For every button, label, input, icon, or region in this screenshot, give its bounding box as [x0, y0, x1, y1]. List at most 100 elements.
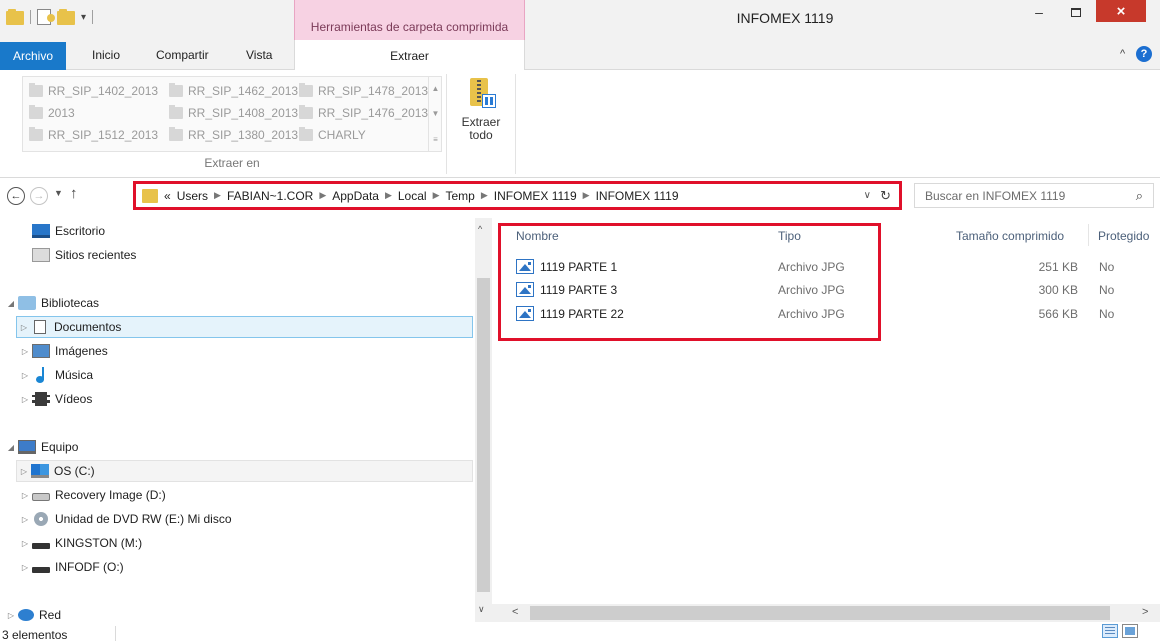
gallery-more-icon[interactable]: ≡: [433, 135, 438, 144]
scroll-left-icon[interactable]: <: [512, 606, 518, 618]
nav-item-equipo[interactable]: ◢ Equipo: [4, 436, 461, 458]
scroll-down-icon[interactable]: ∨: [478, 604, 485, 615]
scroll-up-icon[interactable]: ^: [478, 224, 482, 234]
scrollbar-thumb[interactable]: [477, 278, 490, 592]
folder-icon: [299, 127, 313, 141]
up-button[interactable]: ↑: [70, 185, 78, 202]
gallery-scroller[interactable]: ▲ ▼ ≡: [428, 76, 442, 152]
search-input[interactable]: Buscar en INFOMEX 1119 ⌕: [914, 183, 1154, 208]
nav-item-drive-e[interactable]: ▷ Unidad de DVD RW (E:) Mi disco: [18, 508, 475, 530]
destination-item[interactable]: RR_SIP_1462_2013: [169, 81, 298, 101]
breadcrumb-local[interactable]: Local: [398, 189, 427, 203]
breadcrumb-user[interactable]: FABIAN~1.COR: [227, 189, 313, 203]
nav-item-drive-m[interactable]: ▷ KINGSTON (M:): [18, 532, 475, 554]
collapsed-caret-icon[interactable]: ▷: [18, 515, 32, 524]
destination-item[interactable]: CHARLY: [299, 125, 366, 145]
collapsed-caret-icon[interactable]: ▷: [17, 467, 31, 476]
chevron-right-icon[interactable]: ▶: [481, 190, 488, 201]
nav-item-documentos[interactable]: ▷ Documentos: [16, 316, 473, 338]
gallery-down-icon[interactable]: ▼: [432, 109, 440, 118]
collapsed-caret-icon[interactable]: ▷: [18, 347, 32, 356]
destination-item[interactable]: RR_SIP_1402_2013: [29, 81, 158, 101]
column-header-tamano[interactable]: Tamaño comprimido: [956, 229, 1064, 243]
nav-item-red[interactable]: ▷ Red: [4, 604, 461, 622]
tab-inicio[interactable]: Inicio: [92, 48, 120, 62]
tab-extraer[interactable]: Extraer: [294, 40, 525, 71]
tab-vista[interactable]: Vista: [246, 48, 272, 62]
nav-item-imagenes[interactable]: ▷ Imágenes: [18, 340, 475, 362]
expanded-caret-icon[interactable]: ◢: [4, 443, 18, 452]
nav-item-sitios-recientes[interactable]: Sitios recientes: [18, 244, 475, 266]
help-icon[interactable]: ?: [1136, 46, 1152, 62]
chevron-right-icon[interactable]: ▶: [319, 190, 326, 201]
collapsed-caret-icon[interactable]: ▷: [18, 371, 32, 380]
nav-item-drive-d[interactable]: ▷ Recovery Image (D:): [18, 484, 475, 506]
nav-item-drive-c[interactable]: ▷ OS (C:): [16, 460, 473, 482]
back-button[interactable]: ←: [7, 187, 25, 205]
chevron-right-icon[interactable]: ▶: [583, 190, 590, 201]
usb-drive-icon: [32, 543, 50, 549]
breadcrumb-users[interactable]: Users: [177, 189, 208, 203]
destination-label: RR_SIP_1476_2013: [318, 106, 429, 120]
destination-item[interactable]: 2013: [29, 103, 75, 123]
breadcrumb-infomex-current[interactable]: INFOMEX 1119: [596, 189, 679, 203]
new-folder-icon[interactable]: [57, 9, 75, 25]
destination-item[interactable]: RR_SIP_1380_2013: [169, 125, 298, 145]
folder-icon: [29, 83, 43, 97]
minimize-button[interactable]: –: [1022, 2, 1056, 22]
nav-item-drive-o[interactable]: ▷ INFODF (O:): [18, 556, 475, 578]
breadcrumb-appdata[interactable]: AppData: [332, 189, 379, 203]
scrollbar-thumb[interactable]: [530, 606, 1110, 620]
collapsed-caret-icon[interactable]: ▷: [18, 395, 32, 404]
expanded-caret-icon[interactable]: ◢: [4, 299, 18, 308]
column-header-protegido[interactable]: Protegido: [1098, 229, 1149, 243]
breadcrumb-infomex[interactable]: INFOMEX 1119: [494, 189, 577, 203]
destination-label: 2013: [48, 106, 75, 120]
nav-item-label: Bibliotecas: [41, 296, 100, 310]
chevron-down-icon[interactable]: ∨: [864, 190, 871, 201]
collapsed-caret-icon[interactable]: ▷: [4, 611, 18, 620]
nav-item-musica[interactable]: ▷ Música: [18, 364, 475, 386]
title-bar: [0, 0, 1160, 40]
nav-item-videos[interactable]: ▷ Vídeos: [18, 388, 475, 410]
collapsed-caret-icon[interactable]: ▷: [18, 491, 32, 500]
collapsed-caret-icon[interactable]: ▷: [18, 539, 32, 548]
tab-archivo[interactable]: Archivo: [0, 42, 66, 70]
refresh-icon[interactable]: ↻: [880, 188, 891, 204]
properties-icon[interactable]: [37, 9, 55, 25]
destination-item[interactable]: RR_SIP_1476_2013: [299, 103, 428, 123]
search-icon[interactable]: ⌕: [1136, 188, 1143, 204]
close-button[interactable]: ×: [1096, 0, 1146, 22]
tab-compartir[interactable]: Compartir: [156, 48, 209, 62]
collapsed-caret-icon[interactable]: ▷: [17, 323, 31, 332]
maximize-button[interactable]: [1059, 2, 1093, 22]
scroll-right-icon[interactable]: >: [1142, 606, 1148, 618]
address-bar[interactable]: « Users ▶ FABIAN~1.COR ▶ AppData ▶ Local…: [133, 181, 902, 210]
chevron-right-icon[interactable]: ▶: [433, 190, 440, 201]
file-protected: No: [1099, 260, 1115, 274]
destination-item[interactable]: RR_SIP_1512_2013: [29, 125, 158, 145]
forward-button[interactable]: →: [30, 187, 48, 205]
destination-item[interactable]: RR_SIP_1408_2013: [169, 103, 298, 123]
large-icons-view-icon[interactable]: [1122, 624, 1138, 638]
breadcrumb-temp[interactable]: Temp: [445, 189, 474, 203]
customize-toolbar-icon[interactable]: ▾: [81, 12, 86, 23]
details-view-icon[interactable]: [1102, 624, 1118, 638]
destination-item[interactable]: RR_SIP_1478_2013: [299, 81, 428, 101]
collapsed-caret-icon[interactable]: ▷: [18, 563, 32, 572]
ribbon-tabs: Archivo Inicio Compartir Vista Extraer ^…: [0, 40, 1160, 71]
nav-item-bibliotecas[interactable]: ◢ Bibliotecas: [4, 292, 461, 314]
breadcrumb-overflow[interactable]: «: [164, 189, 171, 203]
recent-locations-button[interactable]: ▼: [54, 188, 63, 198]
nav-item-escritorio[interactable]: Escritorio: [18, 220, 475, 242]
gallery-up-icon[interactable]: ▲: [432, 84, 440, 93]
chevron-right-icon[interactable]: ▶: [214, 190, 221, 201]
column-divider[interactable]: [1088, 224, 1089, 246]
folder-icon: [6, 9, 24, 25]
chevron-right-icon[interactable]: ▶: [385, 190, 392, 201]
ribbon-collapse-icon[interactable]: ^: [1120, 48, 1125, 60]
nav-item-label: Documentos: [54, 320, 122, 334]
destination-label: CHARLY: [318, 128, 366, 142]
extract-all-button[interactable]: Extraer todo: [452, 74, 510, 158]
desktop-icon: [32, 224, 50, 238]
